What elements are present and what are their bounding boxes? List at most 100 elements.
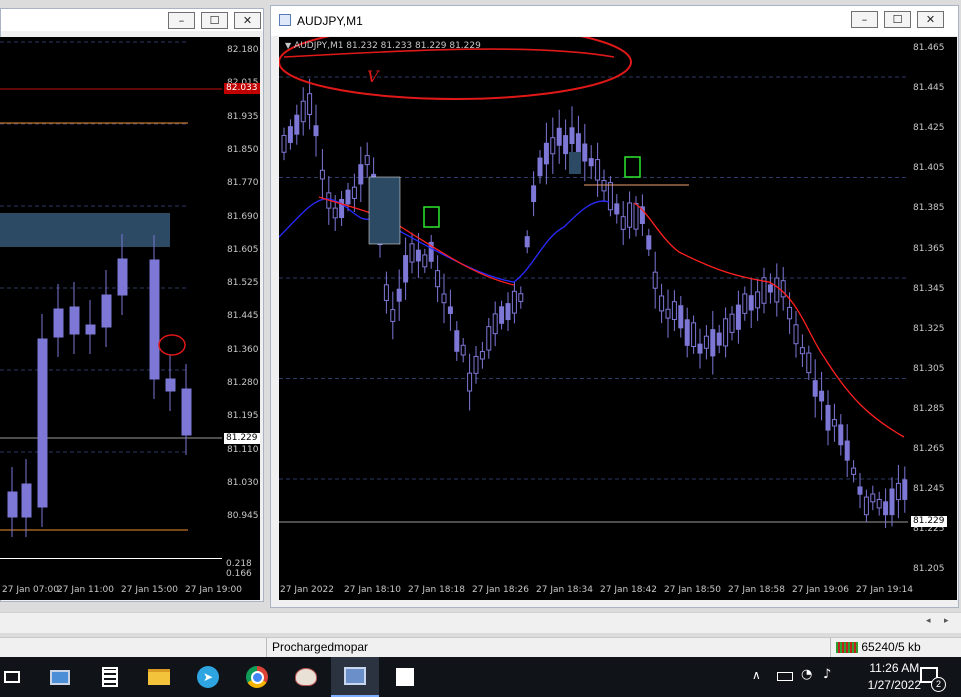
right-x-tick: 27 Jan 19:14 (856, 585, 913, 595)
signal-marker (624, 156, 641, 178)
calculator-icon[interactable] (86, 657, 134, 697)
left-y-tick: 80.945 (227, 511, 259, 522)
left-chart-area[interactable] (0, 37, 222, 558)
volume-icon[interactable]: ♪ (823, 667, 831, 682)
candle-body (358, 164, 364, 185)
left-close-button[interactable]: ✕ (234, 12, 261, 29)
computer-icon[interactable] (36, 657, 84, 697)
candle-body (447, 306, 453, 314)
wifi-icon[interactable]: ◔ (801, 667, 812, 682)
candle-body (787, 306, 793, 320)
candle-body (812, 380, 818, 397)
candle-body (287, 126, 293, 143)
candle-body (678, 305, 684, 329)
right-close-button[interactable]: ✕ (917, 11, 944, 28)
candle-body (902, 479, 908, 500)
left-price-axis: 82.18082.01581.93581.85081.77081.69081.6… (222, 37, 260, 558)
windows-taskbar: ➤ ∧ ◔ ♪ 11:26 AM 1/27/2022 2 (0, 657, 961, 697)
candle-body (716, 332, 722, 346)
left-minimize-button[interactable]: – (168, 12, 195, 29)
right-y-tick: 81.285 (913, 403, 945, 414)
scroll-left-arrow-icon[interactable]: ◂ (926, 616, 931, 626)
red-moving-average (318, 196, 905, 438)
left-y-tick: 81.360 (227, 344, 259, 355)
right-x-tick: 27 Jan 18:18 (408, 585, 465, 595)
left-indicator-area (0, 558, 222, 580)
telegram-icon[interactable]: ➤ (184, 657, 232, 697)
right-maximize-button[interactable]: ☐ (884, 11, 911, 28)
candle-body (575, 133, 581, 155)
candle-body (595, 159, 601, 181)
candle-body (294, 114, 300, 135)
chart-window-icon (279, 14, 291, 26)
connection-bars-icon (836, 642, 858, 654)
candle-body (403, 255, 409, 283)
candle-body (697, 343, 703, 354)
candle-body (780, 280, 786, 298)
candle-body (563, 135, 569, 155)
right-y-tick: 81.465 (913, 43, 945, 53)
candle-body (21, 483, 32, 518)
left-red-level-tag: 82.033 (224, 83, 260, 94)
candle-body (748, 295, 754, 311)
right-y-tick: 81.265 (913, 444, 945, 454)
right-y-tick: 81.385 (913, 203, 945, 214)
candle-body (181, 388, 192, 436)
left-y-tick: 81.690 (227, 211, 259, 222)
right-x-tick: 27 Jan 18:58 (728, 585, 785, 595)
candle-body (486, 326, 492, 351)
left-maximize-button[interactable]: ☐ (201, 12, 228, 29)
sticky-notes-icon[interactable] (381, 657, 429, 697)
left-y-tick: 81.195 (227, 411, 259, 422)
right-minimize-button[interactable]: – (851, 11, 878, 28)
candle-body (345, 189, 351, 205)
candle-body (620, 216, 626, 230)
right-x-tick: 27 Jan 19:06 (792, 585, 849, 595)
candle-body (556, 127, 562, 146)
collapse-arrow-icon[interactable]: ▼ (285, 41, 291, 50)
battery-icon[interactable] (777, 672, 793, 681)
candle-body (499, 306, 505, 324)
candle-body (671, 301, 677, 321)
right-chart-area[interactable]: ▼ AUDJPY,M1 81.232 81.233 81.229 81.229 … (279, 37, 908, 578)
metatrader-icon[interactable] (331, 657, 379, 697)
right-x-tick: 27 Jan 18:42 (600, 585, 657, 595)
right-y-tick: 81.305 (913, 363, 945, 374)
horizontal-scrollbar[interactable]: ◂ ▸ (0, 612, 961, 633)
tray-chevron-up-icon[interactable]: ∧ (752, 668, 761, 682)
candle-body (313, 125, 319, 137)
notification-count-badge: 2 (931, 677, 946, 692)
left-y-tick: 81.030 (227, 477, 259, 488)
left-window-titlebar[interactable]: – ☐ ✕ (1, 9, 263, 31)
candle-body (742, 293, 748, 314)
taskbar-clock[interactable]: 11:26 AM 1/27/2022 (868, 660, 921, 694)
candle-body (364, 155, 370, 166)
left-candles (0, 41, 222, 537)
candle-body (339, 199, 345, 219)
candle-body (633, 202, 639, 230)
paint-icon[interactable] (282, 657, 330, 697)
right-candles (279, 37, 908, 529)
chrome-icon[interactable] (233, 657, 281, 697)
candle-body (537, 157, 543, 177)
candle-body (684, 319, 690, 346)
candle-body (543, 142, 549, 165)
right-window-title: AUDJPY,M1 (297, 14, 363, 28)
candle-body (165, 378, 176, 392)
signal-marker (423, 206, 440, 228)
candle-body (435, 270, 441, 288)
right-y-tick: 81.205 (913, 564, 945, 575)
candle-body (117, 258, 128, 296)
small-zone (569, 152, 581, 174)
candle-body (895, 482, 901, 501)
task-view-icon[interactable] (0, 657, 36, 697)
candle-body (889, 488, 895, 516)
file-explorer-icon[interactable] (135, 657, 183, 697)
candle-body (454, 330, 460, 352)
right-window-titlebar[interactable]: AUDJPY,M1 – ☐ ✕ (271, 6, 958, 36)
candle-body (607, 182, 613, 211)
candle-body (332, 207, 338, 219)
handwritten-circle (158, 334, 186, 356)
candle-body (665, 308, 671, 319)
scroll-right-arrow-icon[interactable]: ▸ (944, 616, 949, 626)
